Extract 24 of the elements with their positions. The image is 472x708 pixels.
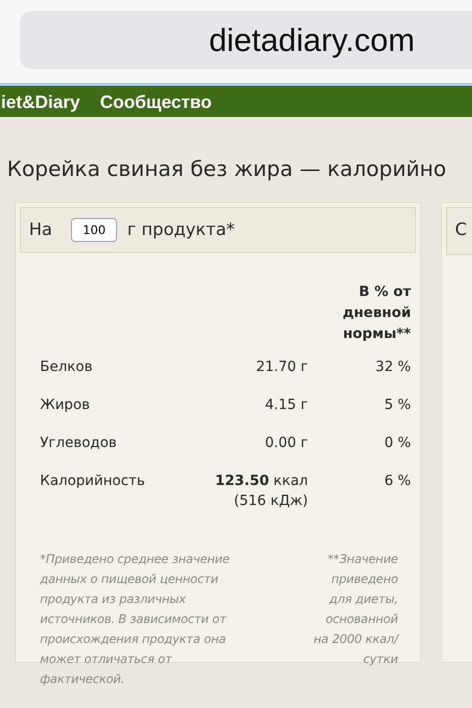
daily-percent: 32 % [374,358,411,377]
nutrient-value: 123.50 ккал [215,472,308,491]
page-title: Корейка свиная без жира — калорийно [7,157,448,183]
daily-percent: 5 % [383,396,411,415]
daily-percent: 6 % [383,472,411,491]
daily-percent: 0 % [383,434,411,453]
card-header: С [446,207,472,255]
per-label: На [29,220,52,240]
nav-link[interactable]: Сообщество [100,92,212,112]
footnote: **Значение приведено для диеты, основанной на 2000 ккал/сутки [312,551,398,668]
nutrient-name: Белков [40,358,94,377]
column-header: В % от дневной нормы** [342,283,411,344]
nutrient-name: Жиров [40,396,91,415]
nav-link[interactable]: iet&Diary [1,92,80,112]
nutrient-name: Углеводов [40,434,118,453]
footnote: *Приведено среднее значение данных о пищевой ценности продукта из различных источников. В зависимости от происхождения продукта она может отличаться от фактической. [40,551,231,688]
unit-label: г продукта* [127,220,235,240]
nutrient-value: 0.00 г [265,434,308,453]
address-bar[interactable]: dietadiary.com [20,11,472,69]
energy-kj: (516 кДж) [234,492,308,511]
amount-field[interactable]: 100 [71,218,118,242]
nutrient-value: 21.70 г [256,358,308,377]
nutrient-name: Калорийность [40,472,146,491]
nutrient-value: 4.15 г [265,396,308,415]
